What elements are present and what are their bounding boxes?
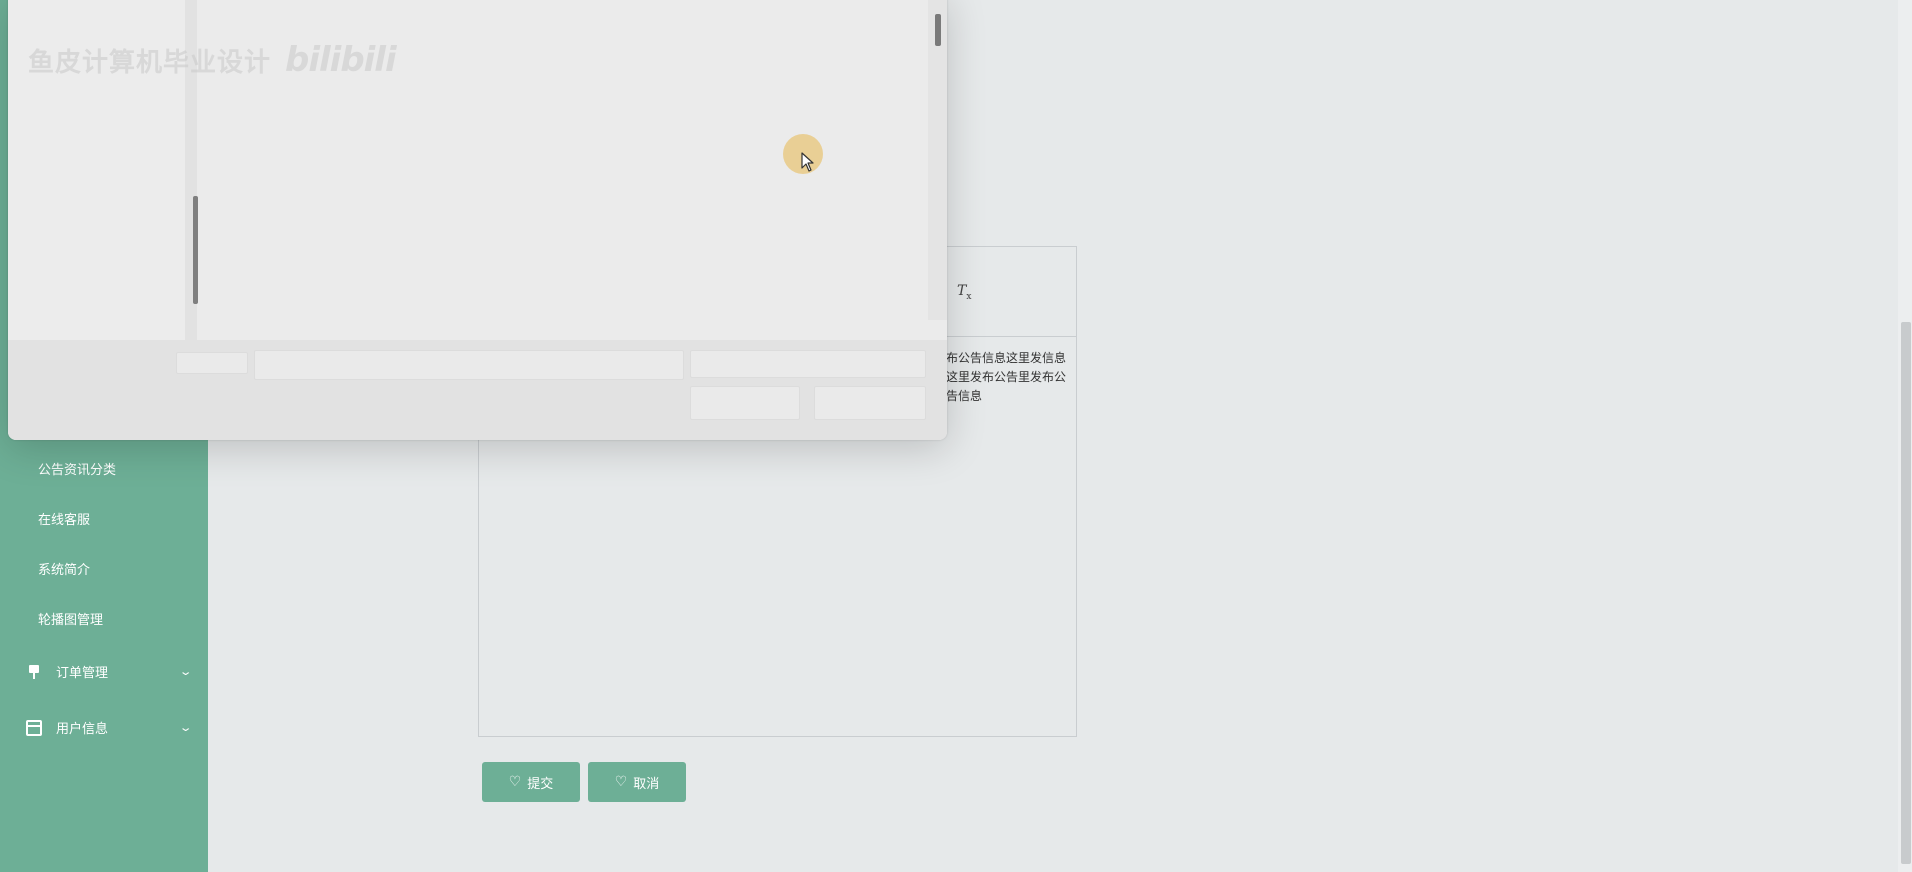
watermark: 鱼皮计算机毕业设计 bilibili [28, 40, 397, 80]
heart-icon: ♡ [508, 774, 522, 790]
mouse-cursor-icon [801, 152, 814, 172]
pin-icon [26, 664, 42, 680]
footer-input-wide[interactable] [254, 350, 684, 380]
footer-select[interactable] [690, 350, 926, 378]
sidebar-item-system-intro[interactable]: 系统简介 [38, 559, 90, 578]
page-scroll-thumb[interactable] [1901, 322, 1911, 864]
sidebar-item-notice-category[interactable]: 公告资讯分类 [38, 459, 116, 478]
footer-button-right[interactable] [814, 386, 926, 420]
sidebar-group-label: 订单管理 [56, 666, 109, 681]
clear-format-icon[interactable]: Tx [957, 283, 971, 302]
editor-content[interactable]: 布公告信息这里发信息这里发布公告里发布公告信息 [946, 349, 1071, 406]
footer-field-small[interactable] [176, 352, 248, 374]
heart-icon: ♡ [614, 774, 628, 790]
submit-button[interactable]: ♡ 提交 [482, 762, 580, 802]
floating-window-footer [8, 340, 947, 440]
bilibili-logo: bilibili [285, 40, 397, 80]
chevron-down-icon: ⌄ [178, 721, 193, 734]
sidebar-item-online-service[interactable]: 在线客服 [38, 509, 90, 528]
footer-button-left[interactable] [690, 386, 800, 420]
left-pane-scroll-thumb[interactable] [193, 196, 198, 304]
cancel-button[interactable]: ♡ 取消 [588, 762, 686, 802]
sidebar-group-label: 用户信息 [56, 722, 109, 737]
main-pane-scrollbar[interactable] [928, 0, 947, 320]
sidebar-item-carousel[interactable]: 轮播图管理 [38, 609, 103, 628]
main-pane-scroll-thumb[interactable] [935, 14, 941, 46]
sidebar-group-orders[interactable]: 订单管理 ⌄ [26, 662, 193, 681]
card-icon [26, 719, 42, 736]
chevron-down-icon: ⌄ [178, 665, 193, 678]
sidebar-group-user-info[interactable]: 用户信息 ⌄ [26, 718, 193, 737]
page-scrollbar[interactable] [1898, 0, 1912, 872]
